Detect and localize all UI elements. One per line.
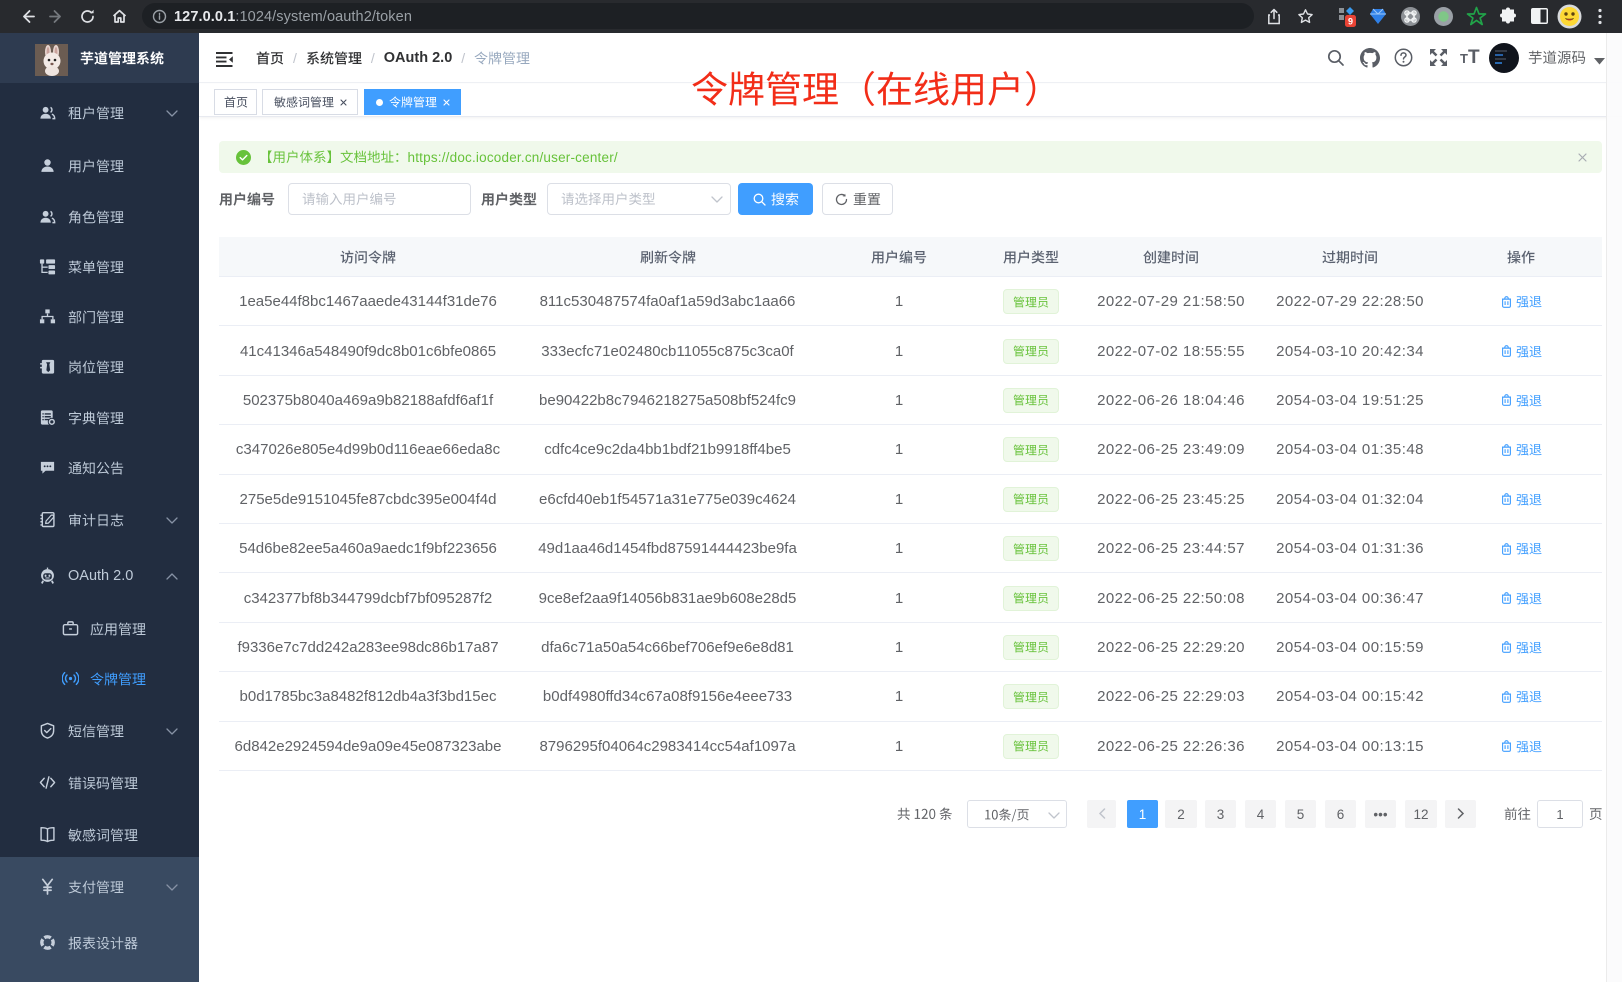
svg-text:9: 9 [1348,17,1353,27]
